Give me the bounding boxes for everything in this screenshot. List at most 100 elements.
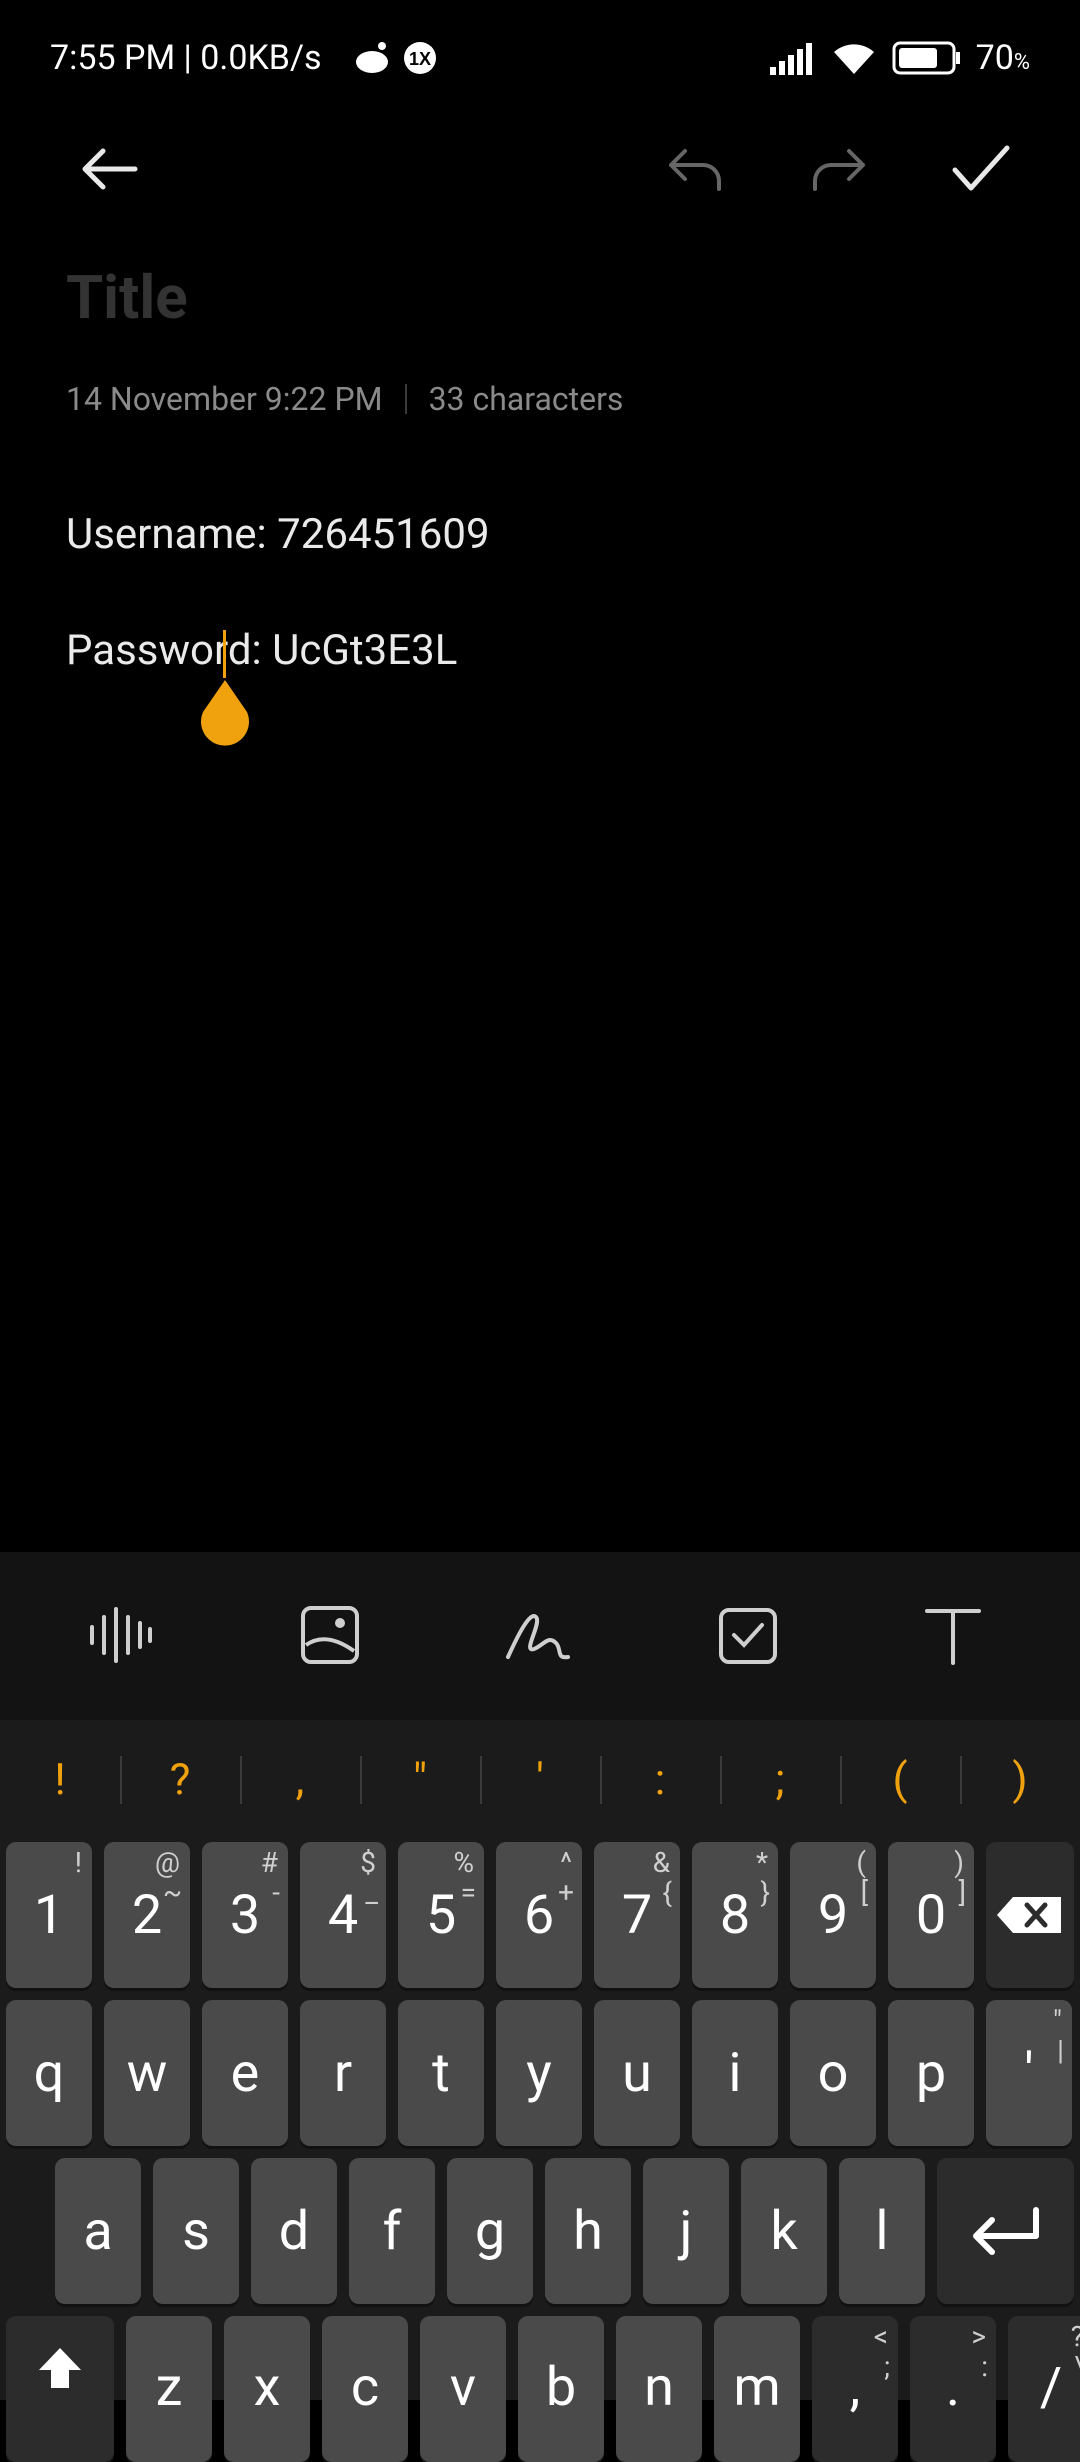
battery-icon bbox=[892, 41, 962, 75]
symbol-key[interactable]: ; bbox=[720, 1720, 840, 1838]
key-alt-label: ~ bbox=[163, 1876, 182, 1909]
key-alt-label: = bbox=[461, 1876, 476, 1909]
title-input[interactable]: Title bbox=[66, 262, 188, 333]
key-label: p bbox=[916, 2042, 946, 2105]
checklist-button[interactable] bbox=[703, 1590, 793, 1680]
key-label: 2 bbox=[132, 1884, 162, 1947]
symbol-key[interactable]: ' bbox=[480, 1720, 600, 1838]
key-z[interactable]: z bbox=[126, 2316, 212, 2462]
redo-button[interactable] bbox=[804, 134, 874, 204]
voice-button[interactable] bbox=[76, 1590, 166, 1680]
key-q[interactable]: q bbox=[6, 2000, 92, 2146]
key-3[interactable]: 3#- bbox=[202, 1842, 288, 1988]
backspace-key[interactable] bbox=[986, 1842, 1074, 1988]
key-2[interactable]: 2@~ bbox=[104, 1842, 190, 1988]
key-alt-label: > bbox=[971, 2320, 986, 2353]
key-n[interactable]: n bbox=[616, 2316, 702, 2462]
key-label: x bbox=[254, 2356, 281, 2419]
key-punct[interactable]: .>: bbox=[910, 2316, 996, 2462]
key-o[interactable]: o bbox=[790, 2000, 876, 2146]
key-alt-label: " bbox=[1053, 2004, 1062, 2037]
key-label: q bbox=[34, 2042, 65, 2105]
key-alt-label: # bbox=[261, 1846, 278, 1879]
note-body-line-1[interactable]: Username: 726451609 bbox=[66, 510, 490, 559]
symbol-key[interactable]: ! bbox=[0, 1720, 120, 1838]
image-button[interactable] bbox=[285, 1590, 375, 1680]
done-button[interactable] bbox=[946, 134, 1016, 204]
key-g[interactable]: g bbox=[447, 2158, 533, 2304]
key-v[interactable]: v bbox=[420, 2316, 506, 2462]
key-label: t bbox=[432, 2042, 450, 2105]
key-c[interactable]: c bbox=[322, 2316, 408, 2462]
symbol-key[interactable]: ( bbox=[840, 1720, 960, 1838]
cursor-handle[interactable] bbox=[197, 680, 253, 750]
key-alt-label: - bbox=[272, 1876, 280, 1909]
key-label: 0 bbox=[916, 1884, 946, 1947]
key-label: . bbox=[946, 2356, 960, 2419]
key-i[interactable]: i bbox=[692, 2000, 778, 2146]
note-body-line-2[interactable]: Password: UcGt3E3L bbox=[66, 626, 457, 675]
key-7[interactable]: 7&{ bbox=[594, 1842, 680, 1988]
enter-key[interactable] bbox=[937, 2158, 1074, 2304]
key-apostrophe[interactable]: '"| bbox=[986, 2000, 1072, 2146]
key-label: f bbox=[383, 2200, 402, 2263]
key-d[interactable]: d bbox=[251, 2158, 337, 2304]
symbol-key[interactable]: ? bbox=[120, 1720, 240, 1838]
key-r[interactable]: r bbox=[300, 2000, 386, 2146]
key-j[interactable]: j bbox=[643, 2158, 729, 2304]
key-l[interactable]: l bbox=[839, 2158, 925, 2304]
symbol-key[interactable]: : bbox=[600, 1720, 720, 1838]
key-label: y bbox=[526, 2042, 552, 2105]
key-label: 8 bbox=[720, 1884, 750, 1947]
symbol-key[interactable]: ) bbox=[960, 1720, 1080, 1838]
key-alt-label: ; bbox=[884, 2350, 890, 2383]
key-alt-label: & bbox=[653, 1846, 670, 1879]
key-p[interactable]: p bbox=[888, 2000, 974, 2146]
key-label: v bbox=[450, 2356, 476, 2419]
key-9[interactable]: 9([ bbox=[790, 1842, 876, 1988]
key-alt-label: < bbox=[874, 2320, 888, 2353]
key-m[interactable]: m bbox=[714, 2316, 800, 2462]
key-f[interactable]: f bbox=[349, 2158, 435, 2304]
key-8[interactable]: 8*} bbox=[692, 1842, 778, 1988]
key-y[interactable]: y bbox=[496, 2000, 582, 2146]
key-punct[interactable]: ,<; bbox=[812, 2316, 898, 2462]
voice-icon bbox=[86, 1605, 156, 1665]
symbol-key[interactable]: " bbox=[360, 1720, 480, 1838]
key-alt-label: ? bbox=[1071, 2320, 1080, 2353]
key-label: 7 bbox=[622, 1884, 652, 1947]
key-0[interactable]: 0)] bbox=[888, 1842, 974, 1988]
key-label: m bbox=[733, 2356, 780, 2419]
status-time: 7:55 PM | 0.0KB/s bbox=[50, 38, 322, 78]
undo-icon bbox=[665, 145, 725, 193]
key-e[interactable]: e bbox=[202, 2000, 288, 2146]
arrow-left-icon bbox=[79, 147, 139, 191]
undo-button[interactable] bbox=[660, 134, 730, 204]
shift-icon bbox=[35, 2344, 85, 2394]
key-label: 1 bbox=[34, 1884, 64, 1947]
key-label: k bbox=[770, 2200, 797, 2263]
key-t[interactable]: t bbox=[398, 2000, 484, 2146]
key-b[interactable]: b bbox=[518, 2316, 604, 2462]
key-s[interactable]: s bbox=[153, 2158, 239, 2304]
key-k[interactable]: k bbox=[741, 2158, 827, 2304]
key-punct[interactable]: /?\ bbox=[1008, 2316, 1080, 2462]
key-4[interactable]: 4$_ bbox=[300, 1842, 386, 1988]
key-u[interactable]: u bbox=[594, 2000, 680, 2146]
key-h[interactable]: h bbox=[545, 2158, 631, 2304]
key-w[interactable]: w bbox=[104, 2000, 190, 2146]
key-alt-label: | bbox=[1057, 2034, 1064, 2067]
key-x[interactable]: x bbox=[224, 2316, 310, 2462]
draw-button[interactable] bbox=[494, 1590, 584, 1680]
key-alt-label: } bbox=[761, 1876, 770, 1909]
back-button[interactable] bbox=[74, 134, 144, 204]
text-format-button[interactable] bbox=[908, 1590, 998, 1680]
symbol-key[interactable]: , bbox=[240, 1720, 360, 1838]
key-5[interactable]: 5%= bbox=[398, 1842, 484, 1988]
key-label: l bbox=[875, 2200, 888, 2263]
key-label: 5 bbox=[426, 1884, 456, 1947]
key-a[interactable]: a bbox=[55, 2158, 141, 2304]
key-1[interactable]: 1! bbox=[6, 1842, 92, 1988]
shift-key[interactable] bbox=[6, 2316, 114, 2462]
key-6[interactable]: 6^+ bbox=[496, 1842, 582, 1988]
